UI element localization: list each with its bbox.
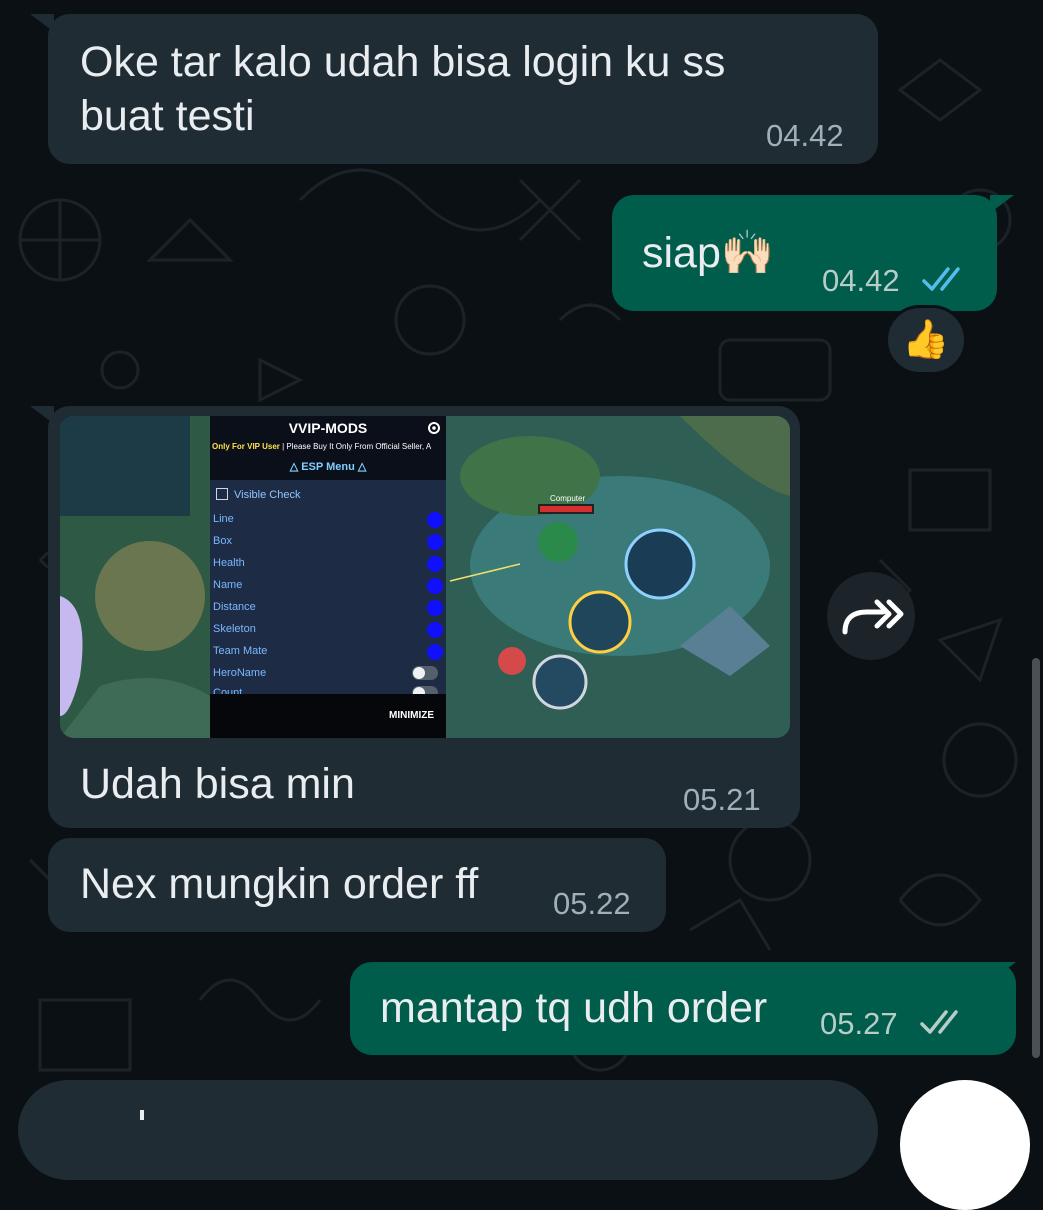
gear-icon: [428, 422, 440, 434]
message-input[interactable]: [18, 1080, 878, 1180]
toggle-on: [427, 512, 443, 528]
mic-button[interactable]: [900, 1080, 1030, 1210]
mod-menu-panel: VVIP-MODS Only For VIP User | Please Buy…: [210, 416, 446, 738]
toggle-on: [427, 578, 443, 594]
message-text: Nex mungkin order ff: [80, 860, 479, 908]
mod-menu-title: VVIP-MODS: [288, 420, 368, 436]
message-timestamp: 04.42: [766, 118, 844, 153]
visible-check-label: Visible Check: [234, 489, 301, 501]
toggle-on: [427, 600, 443, 616]
thumbs-up-icon: 👍: [902, 319, 950, 361]
reaction-badge[interactable]: 👍: [885, 305, 967, 375]
message-text: mantap tq udh order: [380, 984, 768, 1032]
message-timestamp: 05.27: [820, 1006, 898, 1041]
toggle-on: [427, 534, 443, 550]
text-cursor: [140, 1110, 144, 1120]
message-timestamp: 04.42: [822, 263, 900, 298]
message-bubble-outgoing[interactable]: mantap tq udh order 05.27: [350, 962, 1016, 1055]
esp-menu-title: △ ESP Menu △: [289, 461, 367, 473]
image-caption: Udah bisa min: [80, 760, 355, 808]
menu-item: Team Mate: [213, 645, 268, 657]
mod-menu-footer: MINIMIZE: [210, 694, 446, 738]
toggle-off: [412, 666, 438, 680]
scrollbar[interactable]: [1032, 658, 1040, 1058]
menu-item: Skeleton: [213, 623, 256, 635]
hero-name-label: Computer: [550, 494, 586, 503]
read-ticks-icon: [922, 267, 960, 291]
forward-button[interactable]: [827, 572, 915, 660]
menu-item: Health: [213, 557, 245, 569]
message-bubble-outgoing[interactable]: siap🙌🏻 04.42: [612, 195, 997, 311]
menu-item: Name: [213, 579, 243, 591]
message-text: siap🙌🏻: [642, 229, 775, 277]
message-bubble-incoming[interactable]: Nex mungkin order ff 05.22: [48, 838, 666, 932]
delivered-ticks-icon: [920, 1010, 958, 1034]
vip-notice: Only For VIP User: [212, 442, 280, 451]
toggle-on: [427, 556, 443, 572]
forward-icon: [842, 599, 904, 635]
seller-notice: | Please Buy It Only From Official Selle…: [282, 442, 432, 451]
menu-item: Distance: [213, 601, 256, 613]
toggle-on: [427, 644, 443, 660]
menu-item: HeroName: [213, 667, 267, 679]
message-text: Oke tar kalo udah bisa login ku ss: [80, 38, 726, 86]
menu-item: Box: [213, 535, 232, 547]
menu-item: Line: [213, 513, 234, 525]
message-bubble-incoming[interactable]: Oke tar kalo udah bisa login ku ss buat …: [48, 14, 878, 164]
toggle-on: [427, 622, 443, 638]
message-timestamp: 05.22: [553, 886, 631, 921]
image-attachment[interactable]: VVIP-MODS Only For VIP User | Please Buy…: [60, 416, 790, 738]
mod-menu-header: VVIP-MODS Only For VIP User | Please Buy…: [210, 416, 446, 480]
mod-menu-notice: Only For VIP User | Please Buy It Only F…: [212, 442, 431, 451]
minimize-label: MINIMIZE: [389, 710, 434, 721]
visible-check: Visible Check: [216, 488, 300, 501]
message-text: buat testi: [80, 92, 255, 140]
message-timestamp: 05.21: [683, 782, 761, 817]
